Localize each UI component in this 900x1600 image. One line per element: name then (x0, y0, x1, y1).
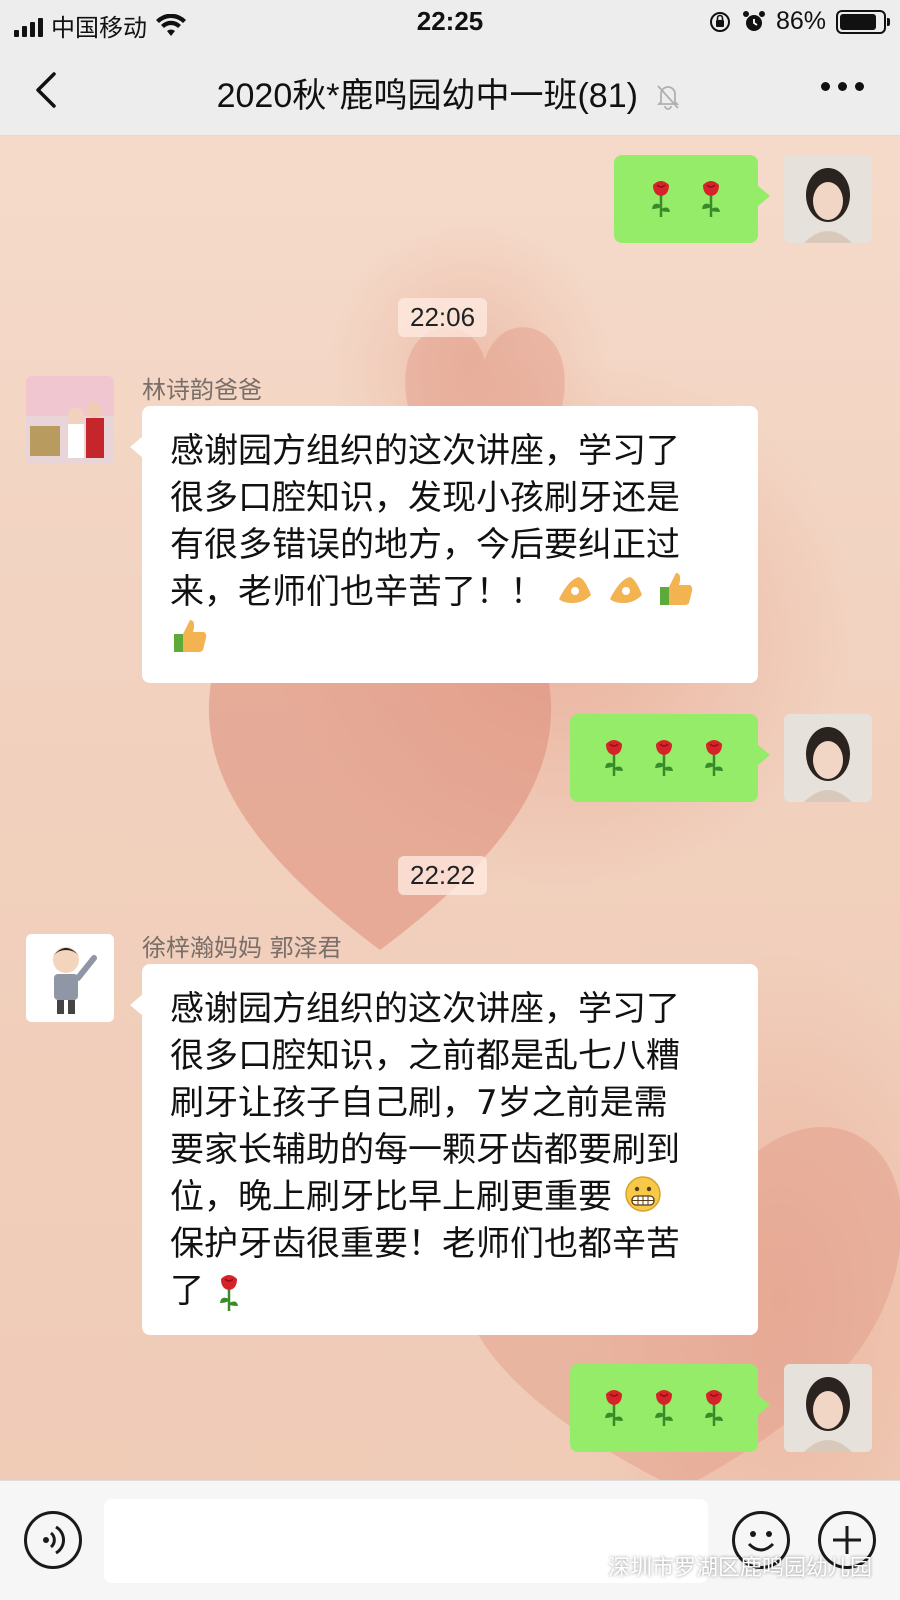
self-message-bubble[interactable] (570, 1364, 770, 1452)
rose-icon (605, 1390, 623, 1426)
message-line: 了 (170, 1268, 732, 1315)
message-line: 感谢园方组织的这次讲座，学习了 (170, 989, 680, 1029)
rose-icon (655, 740, 673, 776)
message-text: 来，老师们也辛苦了！！ (170, 572, 544, 612)
message-timestamp: 22:06 (398, 298, 488, 337)
watermark: 深圳市罗湖区鹿鸣园幼儿园 (574, 1550, 872, 1582)
self-avatar[interactable] (784, 1364, 872, 1452)
voice-input-button[interactable] (24, 1511, 82, 1569)
mute-bell-icon (657, 85, 680, 110)
sender-avatar-lin-image (26, 376, 114, 464)
sender-avatar-xu[interactable] (26, 934, 114, 1022)
chat-title-text: 2020秋*鹿鸣园幼中一班(81) (216, 77, 638, 115)
self-avatar-image (784, 155, 872, 243)
message-line: 很多口腔知识，发现小孩刷牙还是 (170, 478, 680, 518)
self-avatar[interactable] (784, 714, 872, 802)
self-message-bubble[interactable] (614, 155, 770, 243)
text-message-bubble[interactable]: 感谢园方组织的这次讲座，学习了 很多口腔知识，之前都是乱七八糟 刷牙让孩子自己刷… (130, 964, 758, 1335)
thumbs-up-icon (660, 573, 693, 605)
message-line (170, 616, 732, 663)
battery-fill (840, 13, 877, 30)
message-line: 要家长辅助的每一颗牙齿都要刷到 (170, 1130, 680, 1170)
rose-icon (705, 740, 723, 776)
message-text: 了 (170, 1271, 204, 1311)
self-avatar-image (784, 1364, 872, 1452)
more-dot-icon (855, 82, 864, 91)
rose-icon (219, 1274, 238, 1311)
wechat-logo-icon (574, 1555, 602, 1577)
chat-title: 2020秋*鹿鸣园幼中一班(81) (0, 68, 900, 117)
rose-icon (655, 1390, 673, 1426)
sender-name: 林诗韵爸爸 (142, 376, 262, 404)
more-dot-icon (838, 82, 847, 91)
input-bar (0, 1480, 900, 1600)
thumbs-up-icon (174, 620, 207, 652)
rose-icon (605, 740, 623, 776)
sender-name: 徐梓瀚妈妈 郭泽君 (142, 934, 342, 962)
message-line: 位，晚上刷牙比早上刷更重要 (170, 1174, 732, 1221)
message-line: 来，老师们也辛苦了！！ (170, 569, 732, 616)
ok-hand-icon (609, 577, 642, 603)
rose-icon (702, 181, 720, 217)
self-avatar-image (784, 714, 872, 802)
sender-avatar-xu-image (26, 934, 114, 1022)
message-line: 感谢园方组织的这次讲座，学习了 (170, 431, 680, 471)
self-message-bubble[interactable] (570, 714, 770, 802)
message-line: 很多口腔知识，之前都是乱七八糟 (170, 1036, 680, 1076)
rose-icon (652, 181, 670, 217)
ok-hand-icon (558, 577, 591, 603)
battery-icon (836, 9, 890, 34)
rose-icon (705, 1390, 723, 1426)
grimacing-face-icon (625, 1176, 661, 1212)
more-options-button[interactable] (821, 82, 864, 91)
message-line: 保护牙齿很重要！老师们也都辛苦 (170, 1224, 680, 1264)
status-right: 86% (708, 7, 890, 36)
message-timestamp: 22:22 (398, 856, 488, 895)
nav-bar: 2020秋*鹿鸣园幼中一班(81) (0, 44, 900, 136)
message-line: 刷牙让孩子自己刷，7岁之前是需 (170, 1083, 668, 1123)
self-avatar[interactable] (784, 155, 872, 243)
message-line: 有很多错误的地方，今后要纠正过 (170, 525, 680, 565)
battery-percent: 86% (775, 7, 826, 35)
alarm-icon (742, 10, 765, 31)
voice-icon (43, 1525, 66, 1555)
sender-avatar-lin[interactable] (26, 376, 114, 464)
more-dot-icon (821, 82, 830, 91)
watermark-text: 深圳市罗湖区鹿鸣园幼儿园 (608, 1556, 873, 1581)
status-bar: 中国移动 22:25 86% (0, 0, 900, 44)
text-message-bubble[interactable]: 感谢园方组织的这次讲座，学习了 很多口腔知识，发现小孩刷牙还是 有很多错误的地方… (130, 406, 758, 683)
rotation-lock-icon (709, 11, 730, 32)
message-text: 位，晚上刷牙比早上刷更重要 (170, 1177, 612, 1217)
